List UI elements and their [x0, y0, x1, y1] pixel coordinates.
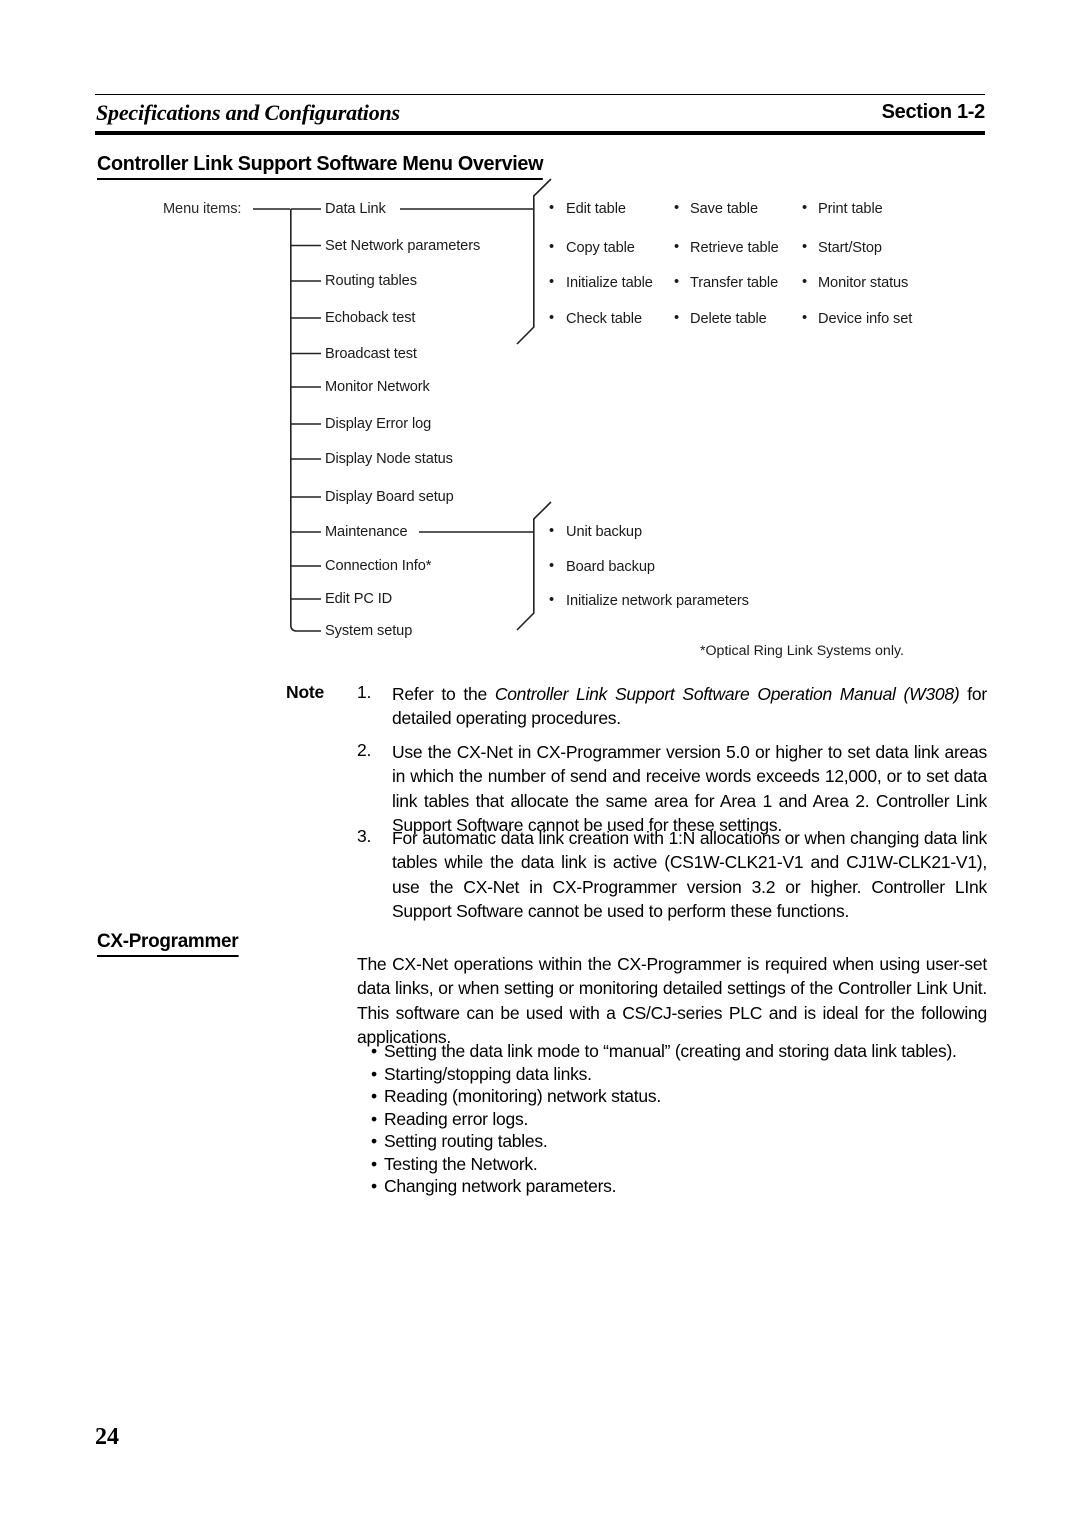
note-item: 1. Refer to the Controller Link Support …: [357, 682, 987, 731]
page-number: 24: [95, 1424, 119, 1450]
submenu-bullet-icon: •: [549, 523, 555, 539]
note-text: For automatic data link creation with 1:…: [392, 828, 987, 921]
list-item-label: Reading (monitoring) network status.: [384, 1086, 661, 1106]
menu-item-broadcast-test: Broadcast test: [325, 346, 417, 362]
note-text: Use the CX-Net in CX-Programmer version …: [392, 742, 987, 835]
submenu-bullet-icon: •: [802, 239, 808, 255]
note-number: 1.: [357, 682, 372, 702]
manual-title: Controller Link Support Software Operati…: [494, 684, 960, 704]
submenu-item-delete-table: Delete table: [690, 311, 767, 327]
note-item: 2. Use the CX-Net in CX-Programmer versi…: [357, 740, 987, 837]
submenu-bullet-icon: •: [674, 200, 680, 216]
submenu-item-device-info-set: Device info set: [818, 311, 913, 327]
submenu-bullet-icon: •: [674, 310, 680, 326]
running-title: Specifications and Configurations: [96, 100, 400, 125]
menu-item-display-node-status: Display Node status: [325, 451, 453, 467]
submenu-bullet-icon: •: [549, 310, 555, 326]
submenu-item-edit-table: Edit table: [566, 201, 626, 217]
submenu-item-unit-backup: Unit backup: [566, 524, 642, 540]
bullet-icon: •: [371, 1176, 377, 1196]
menu-item-display-board-setup: Display Board setup: [325, 489, 454, 505]
note-label: Note: [286, 682, 325, 702]
menu-item-echoback-test: Echoback test: [325, 310, 416, 326]
list-item: • Setting routing tables.: [371, 1130, 987, 1153]
list-item: • Setting the data link mode to “manual” …: [371, 1040, 987, 1063]
submenu-item-retrieve-table: Retrieve table: [690, 240, 779, 256]
menu-item-system-setup: System setup: [325, 623, 413, 639]
submenu-bullet-icon: •: [802, 274, 808, 290]
diagram-footnote: *Optical Ring Link Systems only.: [700, 643, 904, 659]
submenu-item-monitor-status: Monitor status: [818, 275, 909, 291]
list-item-label: Changing network parameters.: [384, 1176, 617, 1196]
submenu-item-transfer-table: Transfer table: [690, 275, 779, 291]
note-text: Refer to the Controller Link Support Sof…: [392, 682, 987, 731]
submenu-bullet-icon: •: [549, 200, 555, 216]
bullet-icon: •: [371, 1153, 377, 1174]
submenu-item-initialize-network-parameters: Initialize network parameters: [566, 593, 749, 609]
bullet-icon: •: [371, 1086, 377, 1106]
bullet-icon: •: [371, 1108, 377, 1129]
diagram-root-label: Menu items:: [163, 201, 242, 217]
list-item-label: Reading error logs.: [384, 1108, 529, 1129]
menu-item-data-link: Data Link: [325, 201, 386, 217]
menu-item-connection-info: Connection Info*: [325, 558, 432, 574]
submenu-item-initialize-table: Initialize table: [566, 275, 653, 291]
note-text-before: Refer to the: [392, 684, 495, 704]
submenu-bullet-icon: •: [674, 274, 680, 290]
bullet-icon: •: [371, 1041, 377, 1061]
menu-item-display-error-log: Display Error log: [325, 416, 432, 432]
menu-item-monitor-network: Monitor Network: [325, 379, 430, 395]
submenu-item-check-table: Check table: [566, 311, 642, 327]
submenu-bullet-icon: •: [549, 239, 555, 255]
section-number: Section 1-2: [881, 101, 986, 123]
submenu-bullet-icon: •: [674, 239, 680, 255]
submenu-item-save-table: Save table: [690, 201, 758, 217]
submenu-bullet-icon: •: [549, 274, 555, 290]
list-item: • Starting/stopping data links.: [371, 1063, 987, 1086]
note-item: 3. For automatic data link creation with…: [357, 826, 987, 923]
list-item: • Testing the Network.: [371, 1153, 987, 1176]
note-number: 3.: [357, 826, 372, 846]
page-title: Controller Link Support Software Menu Ov…: [97, 152, 543, 180]
menu-item-edit-pc-id: Edit PC ID: [325, 591, 393, 607]
cx-programmer-paragraph: The CX-Net operations within the CX-Prog…: [357, 954, 987, 1047]
bullet-icon: •: [371, 1063, 377, 1084]
bullet-icon: •: [371, 1131, 377, 1151]
submenu-item-print-table: Print table: [818, 201, 883, 217]
header-rule-top: [95, 94, 985, 95]
menu-item-set-network-parameters: Set Network parameters: [325, 238, 481, 254]
submenu-bullet-icon: •: [549, 592, 555, 608]
submenu-item-start-stop: Start/Stop: [818, 240, 882, 256]
submenu-bullet-icon: •: [802, 200, 808, 216]
submenu-item-copy-table: Copy table: [566, 240, 635, 256]
submenu-bullet-icon: •: [802, 310, 808, 326]
menu-item-maintenance: Maintenance: [325, 524, 408, 540]
cx-programmer-application-list: • Setting the data link mode to “manual” …: [371, 1040, 987, 1198]
list-item: • Reading (monitoring) network status.: [371, 1085, 987, 1108]
cx-programmer-heading: CX-Programmer: [97, 930, 239, 957]
list-item-label: Testing the Network.: [384, 1153, 538, 1174]
list-item-label: Setting the data link mode to “manual” (…: [384, 1041, 957, 1061]
submenu-item-board-backup: Board backup: [566, 559, 655, 575]
note-number: 2.: [357, 740, 372, 760]
header-rule-bottom: [95, 131, 985, 135]
list-item-label: Starting/stopping data links.: [384, 1063, 592, 1084]
document-page: Specifications and Configurations Sectio…: [0, 0, 1080, 1528]
list-item: • Reading error logs.: [371, 1108, 987, 1131]
submenu-bullet-icon: •: [549, 558, 555, 574]
list-item: • Changing network parameters.: [371, 1175, 987, 1198]
menu-item-routing-tables: Routing tables: [325, 273, 417, 289]
list-item-label: Setting routing tables.: [384, 1131, 548, 1151]
